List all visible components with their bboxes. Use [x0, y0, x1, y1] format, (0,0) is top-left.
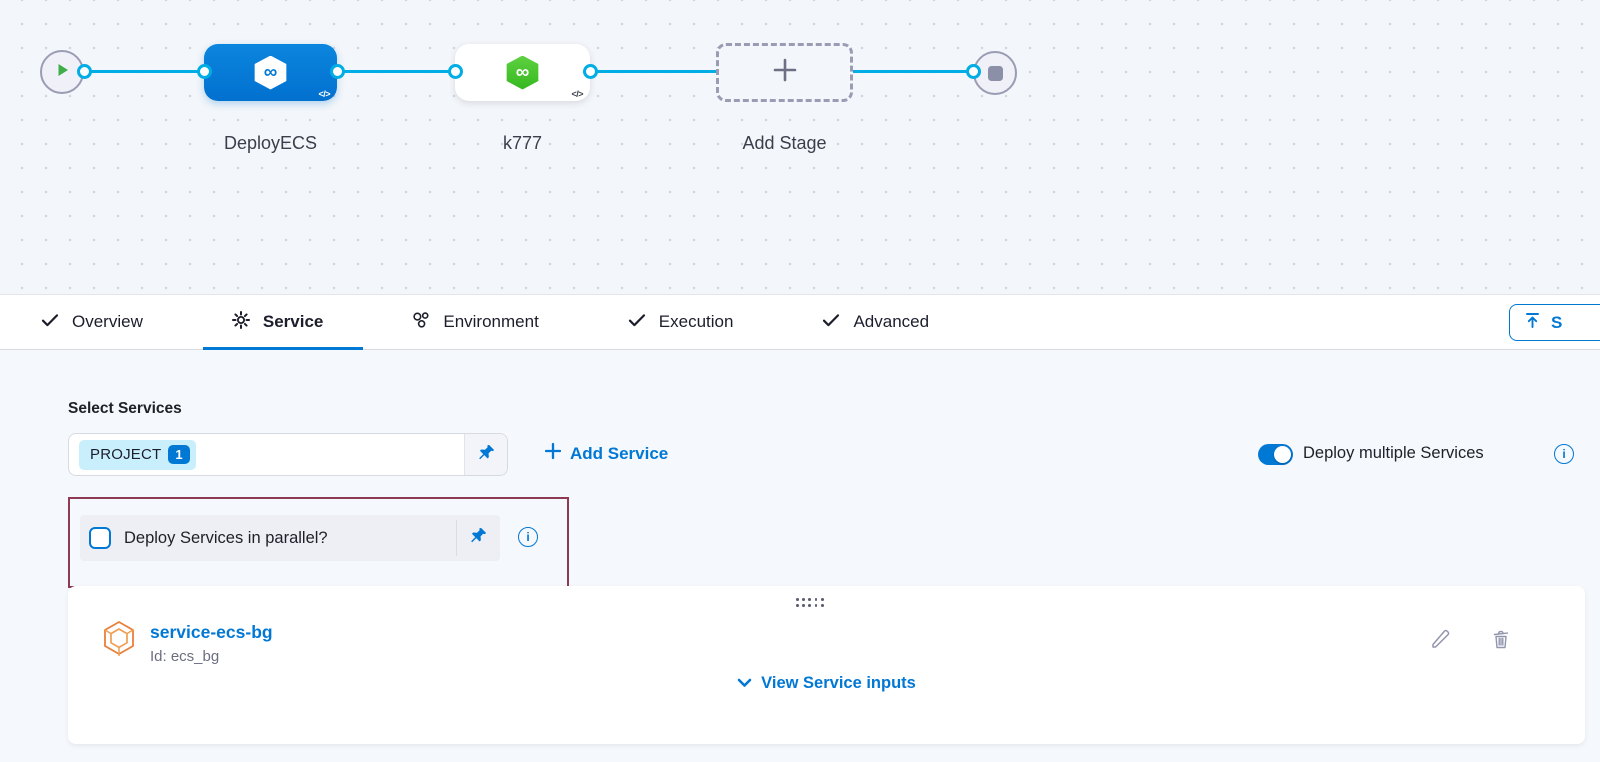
- stage-node-k777[interactable]: ∞ </>: [455, 44, 590, 101]
- project-tag-label: PROJECT: [90, 446, 161, 463]
- connector-port[interactable]: [583, 64, 598, 79]
- drag-handle-icon[interactable]: [796, 598, 824, 607]
- check-icon: [821, 310, 841, 335]
- tab-advanced[interactable]: Advanced: [821, 295, 929, 350]
- view-service-inputs-label: View Service inputs: [761, 674, 916, 693]
- pipeline-stage-setup-screen: ∞ </> ∞ </> DeployECS k777 Add Stage: [0, 0, 1600, 762]
- select-services-label: Select Services: [68, 400, 182, 418]
- plus-icon: [545, 443, 561, 464]
- connector-port[interactable]: [197, 64, 212, 79]
- toggle-knob: [1274, 446, 1291, 463]
- pin-input-type-button[interactable]: [457, 515, 500, 561]
- deploy-parallel-checkbox[interactable]: [89, 527, 111, 549]
- save-button[interactable]: S: [1509, 304, 1600, 341]
- connector-port[interactable]: [966, 64, 981, 79]
- pin-input-type-button[interactable]: [464, 434, 507, 475]
- chevron-down-icon: [737, 674, 752, 693]
- connector-port[interactable]: [77, 64, 92, 79]
- check-icon: [40, 310, 60, 335]
- tab-execution[interactable]: Execution: [627, 295, 734, 350]
- upload-icon: [1523, 311, 1542, 335]
- stage-label-deployecs: DeployECS: [204, 133, 337, 154]
- delete-service-button[interactable]: [1490, 628, 1512, 655]
- stage-label-add-stage: Add Stage: [716, 133, 853, 154]
- deploy-parallel-label: Deploy Services in parallel?: [124, 529, 456, 548]
- stage-label-k777: k777: [455, 133, 590, 154]
- tab-label: Service: [263, 312, 324, 332]
- environment-icon: [411, 310, 431, 335]
- pin-icon: [469, 526, 488, 550]
- service-name-link[interactable]: service-ecs-bg: [150, 622, 273, 643]
- service-card: service-ecs-bg Id: ecs_bg View Service i…: [68, 586, 1585, 744]
- harness-cd-icon: ∞: [505, 56, 541, 90]
- tab-label: Advanced: [853, 312, 929, 332]
- project-tag-count-badge: 1: [168, 445, 189, 464]
- service-id-text: Id: ecs_bg: [150, 648, 219, 665]
- select-services-input-main[interactable]: PROJECT 1: [69, 434, 464, 475]
- connector-port[interactable]: [330, 64, 345, 79]
- pipeline-canvas[interactable]: ∞ </> ∞ </> DeployECS k777 Add Stage: [0, 0, 1600, 295]
- tab-environment[interactable]: Environment: [411, 295, 538, 350]
- service-cube-icon: [100, 620, 138, 665]
- tab-overview[interactable]: Overview: [40, 295, 143, 350]
- deploy-multiple-services-toggle[interactable]: [1258, 444, 1293, 465]
- code-icon: </>: [318, 89, 330, 99]
- harness-logo-glyph: ∞: [264, 63, 278, 82]
- harness-cd-icon: ∞: [253, 56, 289, 90]
- deploy-parallel-field[interactable]: Deploy Services in parallel?: [80, 515, 500, 561]
- pin-icon: [477, 443, 496, 467]
- edit-service-button[interactable]: [1430, 628, 1452, 655]
- check-icon: [627, 310, 647, 335]
- info-icon[interactable]: i: [1554, 444, 1574, 464]
- plus-icon: [770, 55, 800, 90]
- play-icon: [52, 60, 72, 85]
- tab-service[interactable]: Service: [231, 295, 324, 350]
- view-service-inputs-button[interactable]: View Service inputs: [68, 674, 1585, 693]
- info-icon[interactable]: i: [518, 527, 538, 547]
- harness-logo-glyph: ∞: [516, 63, 530, 82]
- code-icon: </>: [571, 89, 583, 99]
- stage-node-deployecs[interactable]: ∞ </>: [204, 44, 337, 101]
- stage-config-tabbar: Overview Service Environment Exe: [0, 295, 1600, 350]
- select-services-input[interactable]: PROJECT 1: [68, 433, 508, 476]
- tab-label: Environment: [443, 312, 538, 332]
- add-stage-button[interactable]: [716, 43, 853, 102]
- project-tag-chip[interactable]: PROJECT 1: [79, 440, 196, 470]
- add-service-label: Add Service: [570, 444, 668, 464]
- save-button-label: S: [1551, 313, 1562, 333]
- deploy-multiple-services-label: Deploy multiple Services: [1303, 444, 1484, 463]
- gear-icon: [231, 310, 251, 335]
- stop-icon: [988, 66, 1003, 81]
- connector-port[interactable]: [448, 64, 463, 79]
- tab-label: Overview: [72, 312, 143, 332]
- add-service-button[interactable]: Add Service: [545, 443, 668, 464]
- tab-label: Execution: [659, 312, 734, 332]
